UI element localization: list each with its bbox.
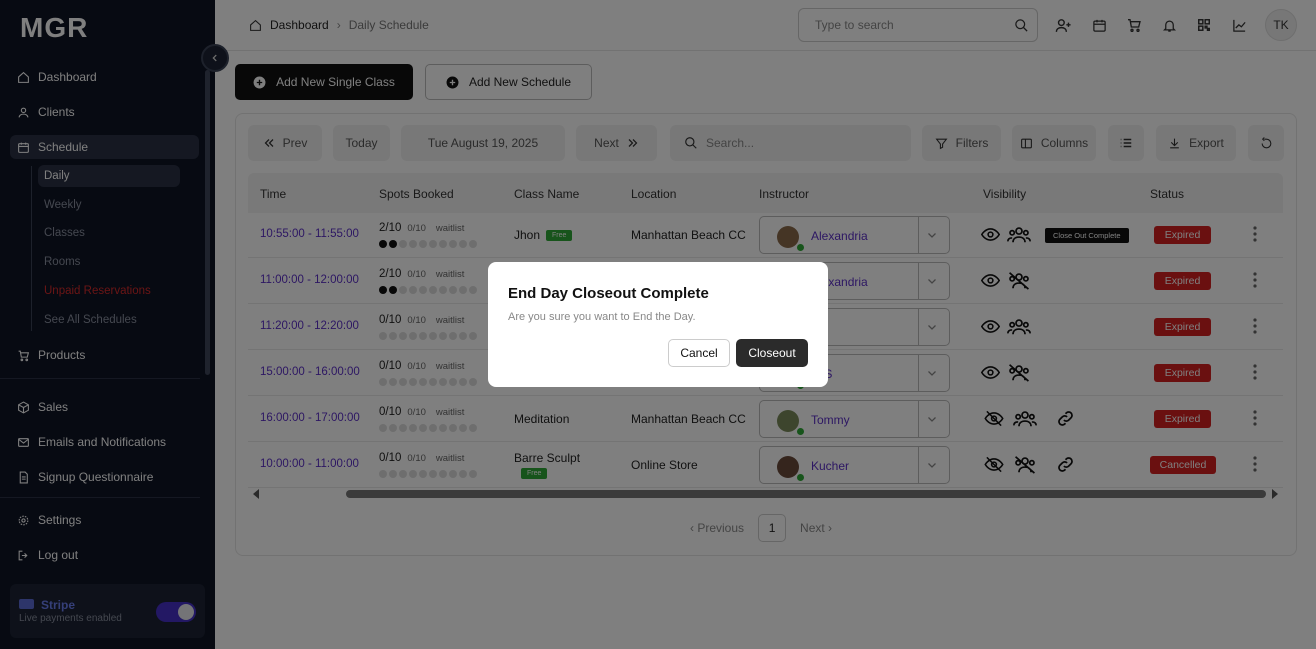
closeout-dialog: End Day Closeout Complete Are you sure y… (488, 262, 828, 387)
dialog-message: Are you sure you want to End the Day. (508, 311, 696, 323)
cancel-button[interactable]: Cancel (668, 339, 730, 367)
closeout-button[interactable]: Closeout (736, 339, 808, 367)
dialog-title: End Day Closeout Complete (508, 285, 709, 302)
